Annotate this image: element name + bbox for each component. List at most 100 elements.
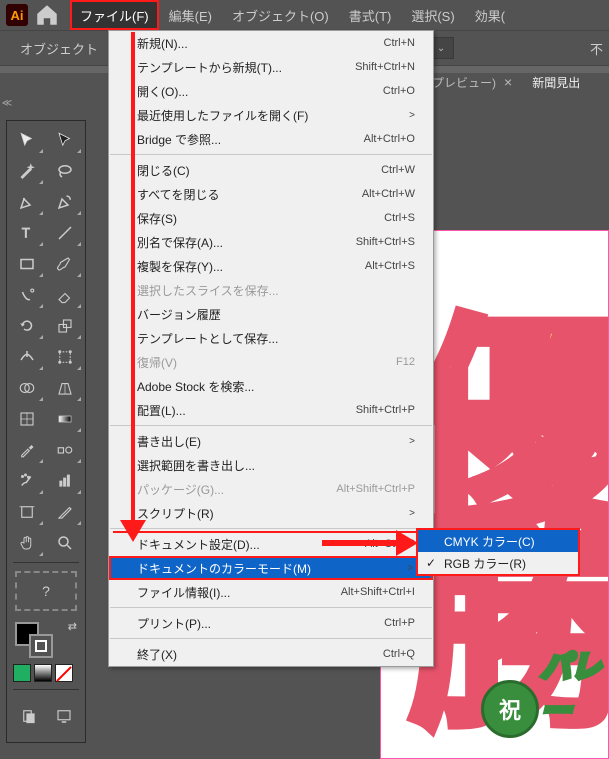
menu-item-label: ドキュメント設定(D)... [137,536,260,553]
menu-item-shortcut: Alt+Shift+Ctrl+P [336,483,415,495]
fill-stroke-swatch[interactable]: ⇄ [13,620,79,660]
menu-item[interactable]: 別名で保存(A)...Shift+Ctrl+S [109,230,433,254]
direct-selection-tool[interactable] [47,125,83,155]
screen-mode-icon[interactable] [48,698,79,734]
graph-tool[interactable] [47,466,83,496]
menu-item[interactable]: 終了(X)Ctrl+Q [109,642,433,666]
menu-item[interactable]: テンプレートから新規(T)...Shift+Ctrl+N [109,55,433,79]
hand-tool[interactable] [9,528,45,558]
line-tool[interactable] [47,218,83,248]
magic-wand-tool[interactable] [9,156,45,186]
menu-item[interactable]: テンプレートとして保存... [109,326,433,350]
eraser-tool[interactable] [47,280,83,310]
menu-item[interactable]: 書き出し(E)> [109,429,433,453]
color-mode-solid[interactable] [13,664,31,682]
menu-item[interactable]: 複製を保存(Y)...Alt+Ctrl+S [109,254,433,278]
artboard-tool[interactable] [9,497,45,527]
menu-edit[interactable]: 編集(E) [159,0,222,30]
menu-select[interactable]: 選択(S) [401,0,464,30]
tab-close-icon[interactable]: × [504,74,512,90]
selection-tool[interactable] [9,125,45,155]
rotate-tool[interactable] [9,311,45,341]
menu-item[interactable]: ドキュメントのカラーモード(M)> [109,556,433,580]
menu-effect[interactable]: 効果( [465,0,515,30]
color-mode-none[interactable] [55,664,73,682]
menu-item-label: 保存(S) [137,210,177,227]
menu-item-shortcut: Alt+Ctrl+S [365,260,415,272]
stroke-color[interactable] [29,634,53,658]
menu-item[interactable]: Adobe Stock を検索... [109,374,433,398]
swap-fill-stroke-icon[interactable]: ⇄ [68,620,77,633]
perspective-tool[interactable] [47,373,83,403]
menu-item-shortcut: Ctrl+P [384,617,415,629]
menu-type[interactable]: 書式(T) [339,0,402,30]
artwork-badge-text: パレー [541,642,608,730]
menu-item[interactable]: プリント(P)... Ctrl+P [109,611,433,635]
color-mode-gradient[interactable] [34,664,52,682]
menu-item-label: スクリプト(R) [137,505,214,522]
menu-item-label: 選択したスライスを保存... [137,282,279,299]
annotation-line [113,531,429,533]
menu-item[interactable]: すべてを閉じるAlt+Ctrl+W [109,182,433,206]
menu-item-shortcut: Ctrl+O [383,85,415,97]
menu-item[interactable]: スクリプト(R)> [109,501,433,525]
symbol-tool[interactable] [9,466,45,496]
type-tool[interactable]: T [9,218,45,248]
menu-item-shortcut: Alt+Ctrl+O [364,133,415,145]
pen-tool[interactable] [9,187,45,217]
menu-item[interactable]: 新規(N)...Ctrl+N [109,31,433,55]
menu-item[interactable]: 保存(S)Ctrl+S [109,206,433,230]
curvature-tool[interactable] [47,187,83,217]
slice-tool[interactable] [47,497,83,527]
menu-item: 選択したスライスを保存... [109,278,433,302]
menu-object[interactable]: オブジェクト(O) [222,0,339,30]
panel-collapse-icon[interactable]: ≪ [0,96,14,110]
menu-item-label: 開く(O)... [137,83,188,100]
menu-item-label: プリント(P)... [137,615,211,632]
submenu-item-label: CMYK カラー(C) [444,533,535,550]
menu-item-label: Adobe Stock を検索... [137,378,254,395]
control-label: オブジェクト [20,39,98,58]
menu-item[interactable]: 最近使用したファイルを開く(F)> [109,103,433,127]
menu-item-label: 最近使用したファイルを開く(F) [137,107,308,124]
menu-divider [110,607,432,608]
gradient-tool[interactable] [47,404,83,434]
submenu-item[interactable]: ✓RGB カラー(R) [418,552,578,574]
menu-item[interactable]: ファイル情報(I)... Alt+Shift+Ctrl+I [109,580,433,604]
menu-item[interactable]: Bridge で参照...Alt+Ctrl+O [109,127,433,151]
rect-tool[interactable] [9,249,45,279]
chevron-right-icon: > [409,436,415,447]
home-icon[interactable] [34,2,60,28]
paintbrush-tool[interactable] [47,249,83,279]
menu-item[interactable]: 開く(O)... Ctrl+O [109,79,433,103]
menu-item[interactable]: 閉じる(C)Ctrl+W [109,158,433,182]
lasso-tool[interactable] [47,156,83,186]
scale-tool[interactable] [47,311,83,341]
menu-item[interactable]: バージョン履歴 [109,302,433,326]
eyedropper-tool[interactable] [9,435,45,465]
shaper-tool[interactable] [9,280,45,310]
zoom-tool[interactable] [47,528,83,558]
menu-file[interactable]: ファイル(F) [70,0,159,30]
file-menu-dropdown: 新規(N)...Ctrl+Nテンプレートから新規(T)...Shift+Ctrl… [108,30,434,667]
mesh-tool[interactable] [9,404,45,434]
shape-builder-tool[interactable] [9,373,45,403]
menu-item-label: 終了(X) [137,646,177,663]
width-tool[interactable] [9,342,45,372]
tab-doc2[interactable]: 新聞見出 [532,74,580,91]
menu-item-shortcut: Shift+Ctrl+S [356,236,415,248]
menu-item-label: テンプレートから新規(T)... [137,59,282,76]
svg-text:T: T [22,226,30,241]
tab-preview-label[interactable]: プレビュー) [432,74,496,91]
menu-item-shortcut: Alt+Shift+Ctrl+I [341,586,415,598]
menu-item[interactable]: 選択範囲を書き出し... [109,453,433,477]
drawing-mode-icon[interactable] [13,698,44,734]
free-transform-tool[interactable] [47,342,83,372]
menu-divider [110,638,432,639]
menu-item-label: 新規(N)... [137,35,188,52]
submenu-item[interactable]: CMYK カラー(C) [418,530,578,552]
menu-item[interactable]: 配置(L)...Shift+Ctrl+P [109,398,433,422]
edit-toolbar-button[interactable]: ? [15,571,77,611]
blend-tool[interactable] [47,435,83,465]
menu-item-label: ファイル情報(I)... [137,584,230,601]
